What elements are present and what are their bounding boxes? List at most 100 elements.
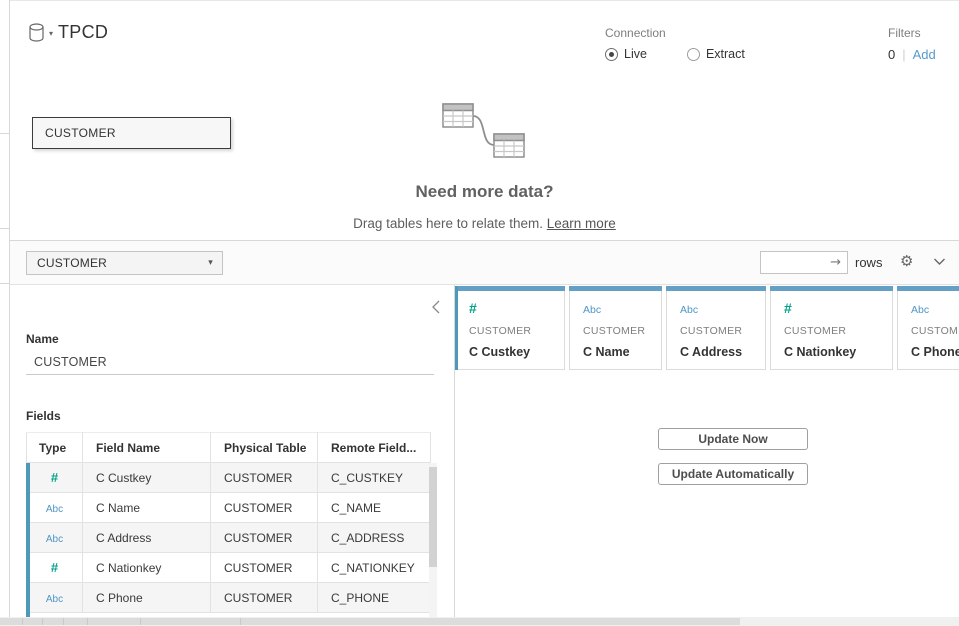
- grid-accent-bar: [455, 286, 458, 370]
- connection-live-radio[interactable]: Live: [605, 47, 647, 61]
- apply-rows-arrow-icon[interactable]: →: [830, 255, 847, 270]
- horizontal-scrollbar-track: [0, 617, 959, 626]
- datasource-title[interactable]: TPCD: [58, 22, 108, 43]
- rows-label: rows: [855, 255, 882, 270]
- top-border: [0, 0, 959, 1]
- fields-col-type: Type: [27, 433, 83, 463]
- field-row[interactable]: # C Custkey CUSTOMER C_CUSTKEY: [27, 463, 431, 493]
- grid-column-header[interactable]: # CUSTOMER C Nationkey: [770, 286, 893, 370]
- physical-table-cell: CUSTOMER: [211, 583, 318, 613]
- radio-label: Live: [624, 47, 647, 61]
- column-field-name: C Custkey: [469, 345, 564, 359]
- physical-table-cell: CUSTOMER: [211, 553, 318, 583]
- relation-noodle: [473, 116, 494, 145]
- learn-more-link[interactable]: Learn more: [547, 216, 616, 231]
- connection-extract-radio[interactable]: Extract: [687, 47, 745, 61]
- filters-separator: |: [902, 47, 905, 62]
- update-now-button[interactable]: Update Now: [658, 428, 808, 450]
- physical-table-cell: CUSTOMER: [211, 523, 318, 553]
- table-icon: [443, 104, 473, 127]
- field-row[interactable]: Abc C Address CUSTOMER C_ADDRESS: [27, 523, 431, 553]
- field-row[interactable]: Abc C Name CUSTOMER C_NAME: [27, 493, 431, 523]
- column-field-name: C Address: [680, 345, 765, 359]
- column-table-name: CUSTOMER: [911, 325, 959, 337]
- filters-section: Filters 0 | Add: [888, 26, 936, 62]
- fields-table-header-row: Type Field Name Physical Table Remote Fi…: [27, 433, 431, 463]
- connection-radio-group: Live Extract: [605, 47, 745, 61]
- grid-column-header[interactable]: Abc CUSTOMER C Address: [666, 286, 766, 370]
- grid-column-header[interactable]: Abc CUSTOMER C Name: [569, 286, 662, 370]
- radio-label: Extract: [706, 47, 745, 61]
- field-row[interactable]: # C Nationkey CUSTOMER C_NATIONKEY: [27, 553, 431, 583]
- left-pane-divider: [0, 228, 10, 229]
- column-type-icon: #: [784, 300, 792, 316]
- field-type-icon: Abc: [46, 504, 63, 515]
- update-automatically-button[interactable]: Update Automatically: [658, 463, 808, 485]
- scrollbar-segment: [42, 618, 43, 625]
- grid-column-header[interactable]: Abc CUSTOMER C Phone: [897, 286, 959, 370]
- chevron-down-icon[interactable]: [933, 258, 946, 266]
- gear-icon[interactable]: ⚙: [900, 252, 913, 270]
- grid-column-header[interactable]: # CUSTOMER C Custkey: [455, 286, 565, 370]
- remote-field-cell: C_CUSTKEY: [318, 463, 431, 493]
- grid-toolbar: CUSTOMER ▾ → rows ⚙: [10, 241, 959, 285]
- fields-row-accent-bar: [26, 463, 30, 617]
- collapse-panel-icon[interactable]: [431, 299, 441, 315]
- empty-state-title: Need more data?: [10, 182, 959, 202]
- remote-field-cell: C_PHONE: [318, 583, 431, 613]
- left-pane-divider: [0, 133, 10, 134]
- name-label: Name: [26, 332, 59, 346]
- scrollbar-segment: [140, 618, 141, 625]
- tableau-datasource-page: ▾ TPCD Connection Live Extract Filters 0…: [0, 0, 959, 626]
- chevron-down-icon: ▾: [208, 258, 213, 268]
- chevron-down-icon: ▾: [49, 29, 53, 38]
- customer-table-chip[interactable]: CUSTOMER: [32, 117, 231, 149]
- fields-label: Fields: [26, 409, 61, 423]
- field-name-cell: C Name: [83, 493, 211, 523]
- column-table-name: CUSTOMER: [583, 325, 661, 337]
- field-type-icon: #: [51, 560, 58, 575]
- table-selector-value: CUSTOMER: [37, 256, 107, 270]
- fields-scrollbar-thumb[interactable]: [429, 467, 437, 567]
- remote-field-cell: C_NATIONKEY: [318, 553, 431, 583]
- radio-unselected-icon: [687, 48, 700, 61]
- column-field-name: C Nationkey: [784, 345, 892, 359]
- field-type-icon: Abc: [46, 594, 63, 605]
- field-type-icon: Abc: [46, 534, 63, 545]
- rows-limit-box: →: [760, 251, 848, 274]
- left-pane-divider: [0, 283, 10, 284]
- drag-hint-text: Drag tables here to relate them.: [353, 216, 543, 231]
- field-type-icon: #: [51, 470, 58, 485]
- name-value-field[interactable]: CUSTOMER: [34, 355, 107, 369]
- column-table-name: CUSTOMER: [469, 325, 564, 337]
- field-name-cell: C Nationkey: [83, 553, 211, 583]
- filters-add-link[interactable]: Add: [913, 47, 936, 62]
- horizontal-scrollbar-thumb[interactable]: [0, 618, 740, 625]
- data-grid-panel: # CUSTOMER C Custkey Abc CUSTOMER C Name…: [455, 285, 959, 617]
- remote-field-cell: C_ADDRESS: [318, 523, 431, 553]
- metadata-panel: Name CUSTOMER Fields Type Field Name Phy…: [10, 285, 455, 617]
- column-table-name: CUSTOMER: [784, 325, 892, 337]
- connection-section: Connection Live Extract: [605, 26, 745, 61]
- column-type-icon: Abc: [911, 304, 929, 316]
- column-type-icon: Abc: [680, 304, 698, 316]
- column-table-name: CUSTOMER: [680, 325, 765, 337]
- field-name-cell: C Address: [83, 523, 211, 553]
- field-row[interactable]: Abc C Phone CUSTOMER C_PHONE: [27, 583, 431, 613]
- fields-col-remote-field: Remote Field...: [318, 433, 431, 463]
- table-selector-dropdown[interactable]: CUSTOMER ▾: [26, 251, 223, 275]
- fields-col-physical-table: Physical Table: [211, 433, 318, 463]
- datasource-menu-button[interactable]: ▾: [28, 23, 53, 43]
- fields-scrollbar-track: [429, 463, 437, 617]
- scrollbar-segment: [22, 618, 23, 625]
- empty-state-subtitle: Drag tables here to relate them. Learn m…: [10, 216, 959, 231]
- field-name-cell: C Custkey: [83, 463, 211, 493]
- column-type-icon: #: [469, 300, 477, 316]
- fields-table: Type Field Name Physical Table Remote Fi…: [26, 432, 431, 613]
- tables-relation-illustration: [430, 96, 560, 166]
- fields-col-field-name: Field Name: [83, 433, 211, 463]
- remote-field-cell: C_NAME: [318, 493, 431, 523]
- left-pane-edge: [0, 0, 10, 626]
- rows-limit-input[interactable]: [761, 252, 830, 273]
- filters-count: 0: [888, 47, 895, 62]
